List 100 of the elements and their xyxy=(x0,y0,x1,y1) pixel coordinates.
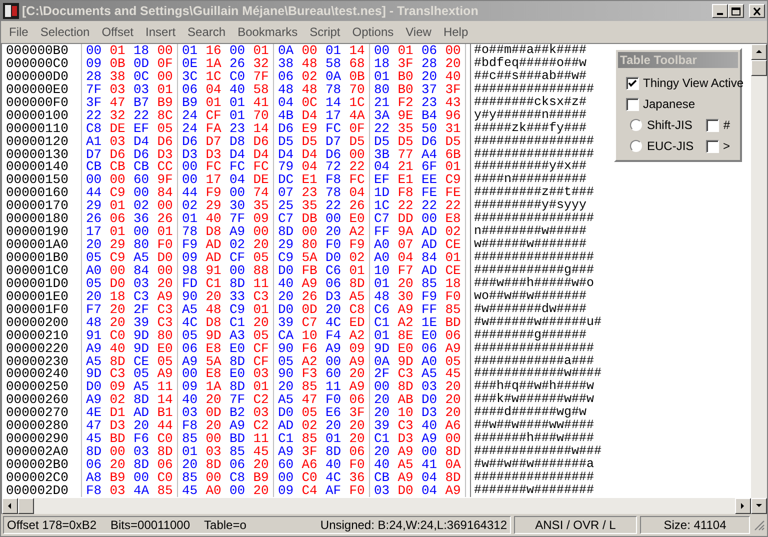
hex-byte[interactable]: A9 xyxy=(394,445,418,458)
hex-byte[interactable]: 01 xyxy=(153,82,177,96)
hex-byte[interactable]: 00 xyxy=(153,199,177,212)
hex-byte[interactable]: DE xyxy=(249,173,273,186)
hex-byte[interactable]: E1 xyxy=(394,173,418,186)
hex-byte[interactable]: 05 xyxy=(274,354,298,368)
hex-byte[interactable]: 8D xyxy=(82,445,106,458)
hex-byte[interactable]: A9 xyxy=(322,342,346,354)
hex-byte[interactable]: 01 xyxy=(249,44,273,57)
hex-byte[interactable]: 20 xyxy=(153,276,177,290)
scroll-thumb[interactable] xyxy=(18,498,34,514)
menu-item[interactable]: Search xyxy=(182,23,232,41)
hex-byte[interactable]: 06 xyxy=(153,458,177,471)
hex-byte[interactable]: AD xyxy=(274,419,298,432)
hex-byte[interactable]: 09 xyxy=(178,380,202,394)
hex-byte[interactable]: 03 xyxy=(106,134,130,148)
hex-byte[interactable]: 20 xyxy=(82,238,106,251)
hex-byte[interactable]: AD xyxy=(130,406,154,420)
hex-byte[interactable]: 05 xyxy=(82,251,106,264)
hex-byte[interactable]: 20 xyxy=(274,380,298,394)
hex-byte[interactable]: D6 xyxy=(153,134,177,148)
hex-byte[interactable]: 0D xyxy=(202,406,226,420)
hex-byte[interactable]: C1 xyxy=(370,316,394,329)
hex-byte[interactable]: D4 xyxy=(130,134,154,148)
hex-byte[interactable]: 01 xyxy=(322,432,346,446)
hex-byte[interactable]: CF xyxy=(249,354,273,368)
hex-byte[interactable]: C6 xyxy=(322,264,346,277)
hex-byte[interactable]: 22 xyxy=(418,199,442,212)
hex-byte[interactable]: D0 xyxy=(394,484,418,497)
close-icon[interactable] xyxy=(749,4,765,18)
hex-byte[interactable]: 00 xyxy=(178,160,202,174)
hex-byte[interactable]: 20 xyxy=(274,290,298,303)
hex-byte[interactable]: 8D xyxy=(394,380,418,394)
hex-byte[interactable]: C7 xyxy=(298,316,322,329)
hex-byte[interactable]: 00 xyxy=(82,173,106,186)
hex-byte[interactable]: F0 xyxy=(441,290,465,303)
hex-byte[interactable]: A9 xyxy=(82,393,106,406)
hex-byte[interactable]: 20 xyxy=(106,458,130,471)
maximize-icon[interactable] xyxy=(728,4,744,18)
hex-byte[interactable]: 02 xyxy=(441,225,465,238)
hex-byte[interactable]: A9 xyxy=(441,484,465,497)
hex-byte[interactable]: C3 xyxy=(249,290,273,303)
hex-byte[interactable]: D4 xyxy=(298,148,322,160)
hex-byte[interactable]: 45 xyxy=(249,445,273,458)
hex-byte[interactable]: A9 xyxy=(226,225,250,238)
hex-byte[interactable]: 00 xyxy=(370,44,394,57)
hex-byte[interactable]: 8D xyxy=(226,380,250,394)
hex-byte[interactable]: D3 xyxy=(394,432,418,446)
hex-byte[interactable]: A2 xyxy=(394,316,418,329)
hex-byte[interactable]: E8 xyxy=(202,367,226,380)
hex-byte[interactable]: 01 xyxy=(345,264,369,277)
hex-byte[interactable]: 3F xyxy=(298,445,322,458)
hex-byte[interactable]: 10 xyxy=(394,406,418,420)
text-row[interactable]: n########w##### xyxy=(470,225,587,238)
hex-byte[interactable]: 00 xyxy=(106,264,130,277)
hex-byte[interactable]: B4 xyxy=(418,108,442,122)
text-row[interactable]: ################ xyxy=(470,82,594,96)
scroll-left-icon[interactable] xyxy=(2,498,18,514)
hex-byte[interactable]: A8 xyxy=(82,470,106,484)
hex-byte[interactable]: E9 xyxy=(298,122,322,135)
hex-byte[interactable]: 40 xyxy=(418,419,442,432)
hex-byte[interactable]: 78 xyxy=(322,82,346,96)
hex-byte[interactable]: 0A xyxy=(370,354,394,368)
hex-byte[interactable]: 8D xyxy=(322,445,346,458)
hex-byte[interactable]: 0E xyxy=(178,56,202,70)
hex-byte[interactable]: 00 xyxy=(226,44,250,57)
hex-byte[interactable]: A0 xyxy=(370,251,394,264)
hex-byte[interactable]: D6 xyxy=(418,134,442,148)
hex-byte[interactable]: 11 xyxy=(322,380,346,394)
hex-byte[interactable]: 06 xyxy=(418,44,442,57)
hex-byte[interactable]: 24 xyxy=(178,122,202,135)
hex-byte[interactable]: 01 xyxy=(106,44,130,57)
hex-byte[interactable]: FE xyxy=(441,186,465,200)
hex-byte[interactable]: FC xyxy=(202,160,226,174)
text-row[interactable]: ################ xyxy=(470,148,594,160)
hex-byte[interactable]: 00 xyxy=(130,225,154,238)
hex-byte[interactable]: C0 xyxy=(298,470,322,484)
hex-byte[interactable]: 07 xyxy=(274,186,298,200)
text-row[interactable]: w######w####### xyxy=(470,238,587,251)
hex-byte[interactable]: A5 xyxy=(178,302,202,316)
hex-byte[interactable]: D4 xyxy=(298,108,322,122)
hex-byte[interactable]: 47 xyxy=(298,393,322,406)
hex-byte[interactable]: D4 xyxy=(226,148,250,160)
hex-byte[interactable]: 28 xyxy=(418,56,442,70)
hex-byte[interactable]: 18 xyxy=(370,56,394,70)
hex-byte[interactable]: 80 xyxy=(370,82,394,96)
hex-byte[interactable]: A5 xyxy=(130,251,154,264)
hex-byte[interactable]: F0 xyxy=(345,484,369,497)
hex-byte[interactable]: 18 xyxy=(441,276,465,290)
hex-byte[interactable]: 20 xyxy=(441,406,465,420)
hex-byte[interactable]: FF xyxy=(370,225,394,238)
hex-byte[interactable]: 39 xyxy=(274,316,298,329)
hex-byte[interactable]: D0 xyxy=(322,251,346,264)
menu-item[interactable]: Insert xyxy=(140,23,182,41)
hex-byte[interactable]: 00 xyxy=(202,470,226,484)
hex-byte[interactable]: 14 xyxy=(153,393,177,406)
hex-byte[interactable]: E1 xyxy=(298,173,322,186)
hex-byte[interactable]: F8 xyxy=(394,186,418,200)
hex-byte[interactable]: 00 xyxy=(441,432,465,446)
hex-byte[interactable]: 3F xyxy=(441,82,465,96)
